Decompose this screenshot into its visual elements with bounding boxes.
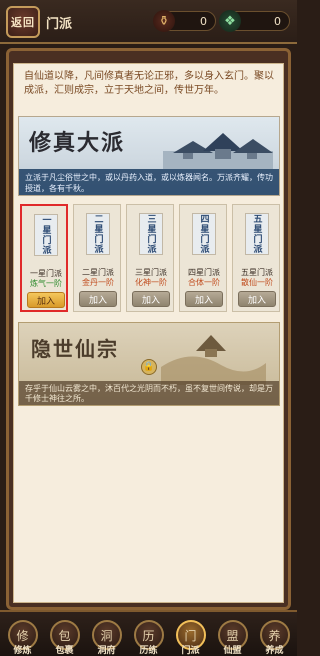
nav-item-journey[interactable]: 历 历练 [128, 612, 169, 656]
nav-item-alliance[interactable]: 盟 仙盟 [212, 612, 253, 656]
palace-illustration [163, 133, 273, 169]
nav-label: 修炼 [13, 646, 32, 656]
nav-label: 历练 [139, 646, 158, 656]
join-button-2[interactable]: 加入 [79, 291, 117, 307]
sect-card-3[interactable]: 三星门派 三星门派 化神一阶 加入 [126, 204, 174, 312]
hidden-sect-description: 存乎于仙山云雾之中，沐百代之光阴而不朽，虽不复世间传说，却是万千修士神往之所。 [19, 381, 279, 405]
currency-jade: ❖ 0 [219, 10, 290, 32]
great-sect-banner: 修真大派 立派于凡尘俗世之中，或以丹药入道，或以炼器闻名。万派齐耀，传功授道，各… [18, 116, 280, 196]
back-button[interactable]: 返回 [6, 6, 40, 38]
sect-card-4[interactable]: 四星门派 四星门派 合体一阶 加入 [179, 204, 227, 312]
sect-plaque: 五星门派 [245, 213, 269, 255]
jade-icon: ❖ [219, 10, 241, 32]
floating-mountain-illustration [161, 335, 266, 385]
sect-cards: 一星门派 一星门派 炼气一阶 加入 二星门派 二星门派 金丹一阶 加入 三星门派… [20, 204, 280, 318]
sect-requirement: 金丹一阶 [82, 278, 114, 287]
hidden-sect-title: 隐世仙宗 [31, 337, 119, 361]
sect-plaque: 一星门派 [34, 214, 58, 256]
nav-label: 门派 [181, 646, 200, 656]
sect-requirement: 炼气一阶 [30, 279, 62, 288]
join-button-3[interactable]: 加入 [132, 291, 170, 307]
lock-icon: 🔒 [141, 359, 157, 375]
nav-label: 养成 [265, 646, 284, 656]
sect-requirement: 化神一阶 [135, 278, 167, 287]
sect-plaque: 三星门派 [139, 213, 163, 255]
gourd-icon: ⚱ [153, 10, 175, 32]
currency-gourd: ⚱ 0 [153, 10, 216, 32]
top-bar: 返回 门派 ⚱ 0 ❖ 0 [0, 0, 297, 44]
page-title: 门派 [46, 17, 73, 32]
sect-requirement: 散仙一阶 [241, 278, 273, 287]
nav-item-cultivate[interactable]: 修 修炼 [2, 612, 43, 656]
main-frame: 自仙道以降，凡间修真者无论正邪，多以身入玄门。聚以成派，汇则成宗，立于天地之间，… [6, 48, 291, 610]
sect-requirement: 合体一阶 [188, 278, 220, 287]
nav-label: 洞府 [97, 646, 116, 656]
intro-text: 自仙道以降，凡间修真者无论正邪，多以身入玄门。聚以成派，汇则成宗，立于天地之间，… [24, 71, 274, 96]
nav-item-sect[interactable]: 门 门派 [170, 612, 211, 656]
sect-card-2[interactable]: 二星门派 二星门派 金丹一阶 加入 [73, 204, 121, 312]
bottom-nav: 修 修炼 包 包裹 洞 洞府 历 历练 门 门派 盟 仙盟 养 养成 [0, 610, 297, 656]
currency-value: 0 [274, 14, 281, 28]
sect-plaque: 二星门派 [86, 213, 110, 255]
nav-item-growth[interactable]: 养 养成 [254, 612, 295, 656]
sect-plaque: 四星门派 [192, 213, 216, 255]
nav-item-cave[interactable]: 洞 洞府 [86, 612, 127, 656]
nav-item-bag[interactable]: 包 包裹 [44, 612, 85, 656]
banner-title: 修真大派 [29, 130, 126, 156]
currency-value: 0 [200, 14, 207, 28]
sect-card-5[interactable]: 五星门派 五星门派 散仙一阶 加入 [232, 204, 280, 312]
content-panel: 自仙道以降，凡间修真者无论正邪，多以身入玄门。聚以成派，汇则成宗，立于天地之间，… [13, 63, 284, 603]
nav-label: 包裹 [55, 646, 74, 656]
sect-card-1[interactable]: 一星门派 一星门派 炼气一阶 加入 [20, 204, 68, 312]
join-button-5[interactable]: 加入 [238, 291, 276, 307]
hidden-sect-banner[interactable]: 隐世仙宗 🔒 存乎于仙山云雾之中，沐百代之光阴而不朽，虽不复世间传说，却是万千修… [18, 322, 280, 406]
nav-label: 仙盟 [223, 646, 242, 656]
join-button-1[interactable]: 加入 [27, 292, 65, 308]
banner-description: 立派于凡尘俗世之中，或以丹药入道，或以炼器闻名。万派齐耀，传功授道，各有千秋。 [19, 169, 279, 195]
join-button-4[interactable]: 加入 [185, 291, 223, 307]
